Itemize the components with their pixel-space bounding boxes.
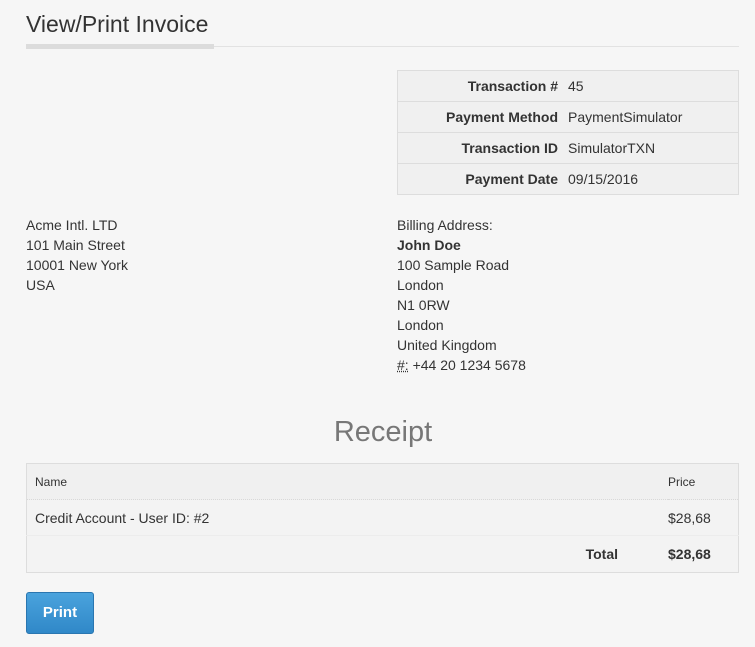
transaction-id-value: SimulatorTXN — [563, 132, 739, 164]
page-title: View/Print Invoice — [26, 11, 209, 37]
payment-date-label: Payment Date — [397, 163, 563, 195]
payment-method-value: PaymentSimulator — [563, 101, 739, 133]
receipt-heading: Receipt — [333, 416, 433, 448]
billing-region: London — [397, 317, 444, 333]
total-value: $28,68 — [668, 535, 739, 573]
company-city: 10001 New York — [26, 257, 128, 273]
item-name: Credit Account - User ID: #2 — [35, 509, 210, 526]
phone-abbr: #: — [397, 357, 409, 373]
title-underline — [26, 44, 214, 49]
payment-date-value: 09/15/2016 — [563, 163, 739, 195]
page-header: View/Print Invoice — [26, 0, 739, 49]
item-price: $28,68 — [668, 509, 711, 526]
payment-method-label: Payment Method — [397, 101, 563, 133]
invoice-page: View/Print Invoice Transaction # 45 Paym… — [0, 0, 755, 647]
transaction-number-value: 45 — [563, 70, 739, 102]
payment-method-row: Payment Method PaymentSimulator — [397, 101, 739, 133]
payment-date-row: Payment Date 09/15/2016 — [397, 163, 739, 195]
column-header-name: Name — [26, 463, 668, 500]
transaction-number-label: Transaction # — [397, 70, 563, 102]
billing-phone: +44 20 1234 5678 — [412, 357, 526, 373]
column-header-price: Price — [668, 463, 739, 500]
total-label: Total — [26, 535, 668, 573]
transaction-details-table: Transaction # 45 Payment Method PaymentS… — [397, 70, 739, 195]
company-country: USA — [26, 277, 55, 293]
company-address: Acme Intl. LTD 101 Main Street 10001 New… — [26, 215, 128, 295]
receipt-table: Name Price Credit Account - User ID: #2 … — [26, 463, 739, 573]
transaction-id-row: Transaction ID SimulatorTXN — [397, 132, 739, 164]
billing-address-heading: Billing Address: — [397, 217, 493, 233]
company-street: 101 Main Street — [26, 237, 125, 253]
transaction-id-label: Transaction ID — [397, 132, 563, 164]
company-name: Acme Intl. LTD — [26, 217, 118, 233]
receipt-header-row: Name Price — [26, 463, 739, 500]
billing-city: London — [397, 277, 444, 293]
billing-address: Billing Address: John Doe 100 Sample Roa… — [397, 215, 526, 375]
billing-street: 100 Sample Road — [397, 257, 510, 273]
transaction-number-row: Transaction # 45 — [397, 70, 739, 102]
billing-name: John Doe — [397, 237, 461, 253]
billing-postcode: N1 0RW — [397, 297, 450, 313]
print-button[interactable]: Print — [26, 592, 94, 634]
table-row: Credit Account - User ID: #2 $28,68 — [27, 500, 739, 536]
billing-country: United Kingdom — [397, 337, 497, 353]
total-row: Total $28,68 — [26, 535, 739, 573]
billing-phone-line: #: +44 20 1234 5678 — [397, 355, 526, 375]
